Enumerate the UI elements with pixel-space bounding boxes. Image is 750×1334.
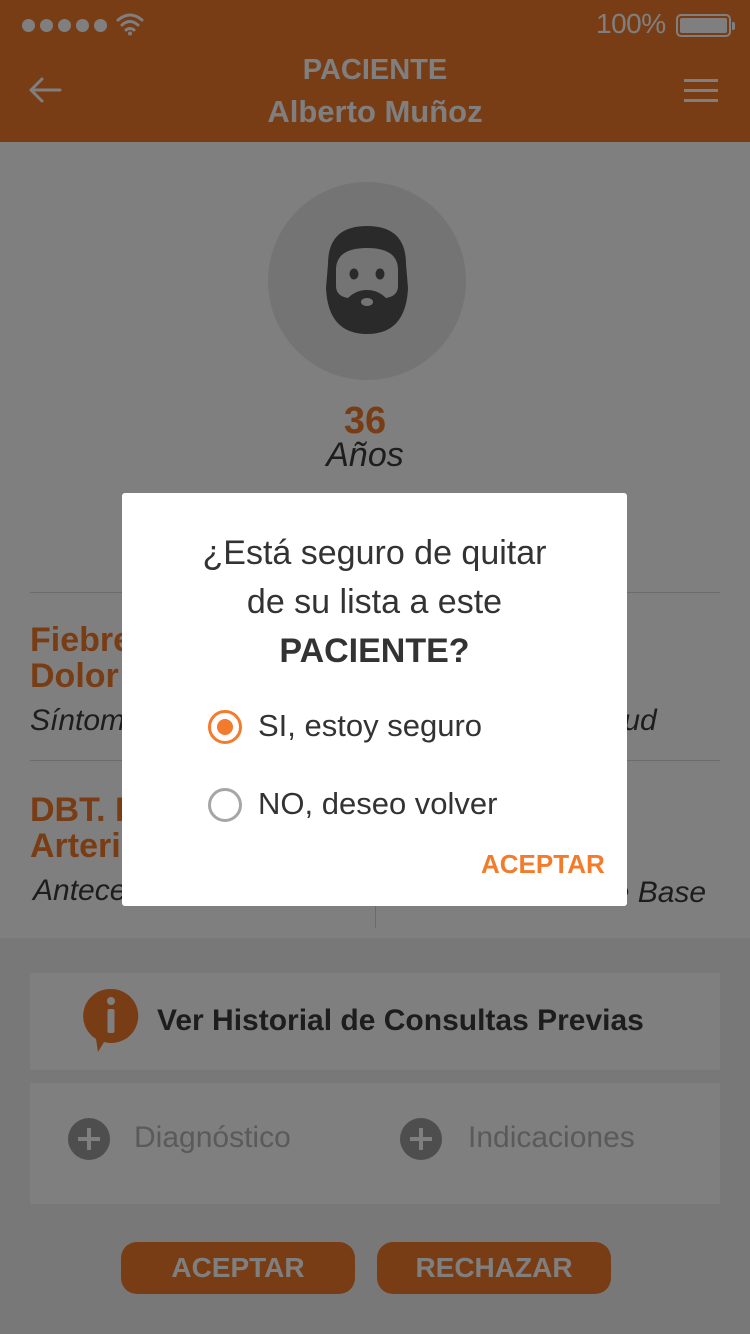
dialog-title: ¿Está seguro de quitar de su lista a est… — [202, 534, 547, 670]
confirm-remove-dialog: ¿Está seguro de quitar de su lista a est… — [122, 493, 627, 906]
option-no-radio[interactable] — [208, 788, 242, 822]
dialog-accept-button[interactable]: ACEPTAR — [481, 849, 605, 880]
option-yes-radio[interactable] — [208, 710, 242, 744]
option-no-label[interactable]: NO, deseo volver — [258, 786, 498, 822]
option-yes-label[interactable]: SI, estoy seguro — [258, 708, 482, 744]
